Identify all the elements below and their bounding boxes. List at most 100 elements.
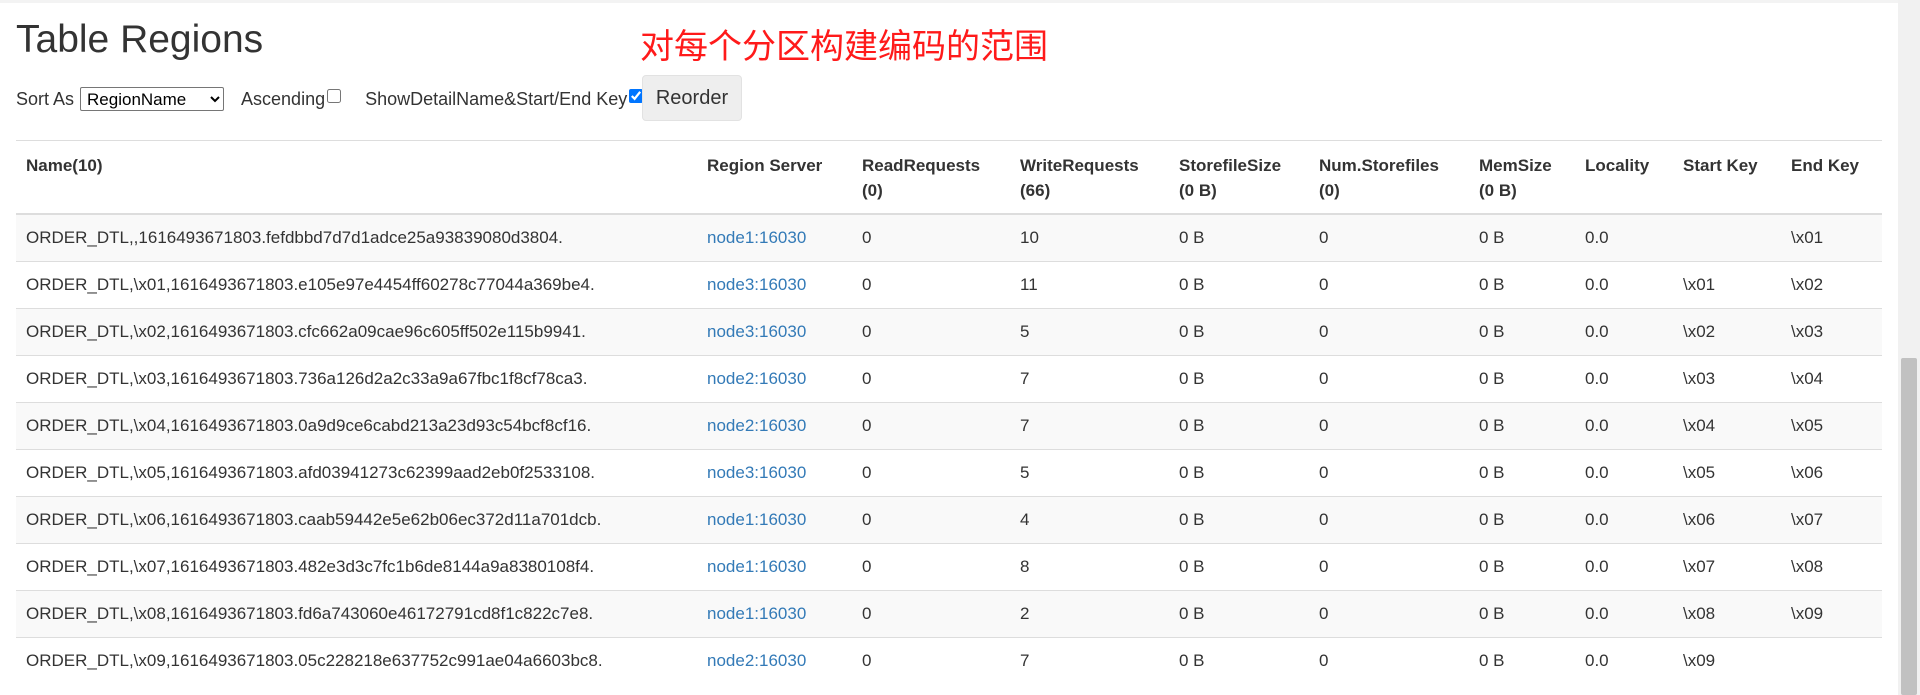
region-server-link[interactable]: node1:16030 [707, 228, 806, 247]
num-storefiles-cell: 0 [1309, 543, 1469, 591]
locality-cell: 0.0 [1575, 308, 1673, 356]
locality-cell: 0.0 [1575, 449, 1673, 497]
num-storefiles-cell: 0 [1309, 213, 1469, 262]
memsize-cell: 0 B [1469, 402, 1575, 450]
header-memsize[interactable]: MemSize (0 B) [1469, 140, 1575, 215]
start-key-cell: \x05 [1673, 449, 1781, 497]
sort-as-label: Sort As [16, 88, 75, 109]
region-server-link[interactable]: node1:16030 [707, 557, 806, 576]
region-server-link[interactable]: node1:16030 [707, 510, 806, 529]
start-key-cell: \x02 [1673, 308, 1781, 356]
start-key-cell: \x03 [1673, 355, 1781, 403]
table-row: ORDER_DTL,\x05,1616493671803.afd03941273… [16, 449, 1882, 497]
num-storefiles-cell: 0 [1309, 637, 1469, 684]
header-read-requests[interactable]: ReadRequests (0) [852, 140, 1010, 215]
region-name: ORDER_DTL,\x05,1616493671803.afd03941273… [16, 449, 697, 497]
start-key-cell: \x01 [1673, 261, 1781, 309]
locality-cell: 0.0 [1575, 637, 1673, 684]
start-key-cell: \x07 [1673, 543, 1781, 591]
region-name: ORDER_DTL,,1616493671803.fefdbbd7d7d1adc… [16, 213, 697, 262]
header-end-key[interactable]: End Key [1781, 140, 1882, 215]
region-name: ORDER_DTL,\x09,1616493671803.05c228218e6… [16, 637, 697, 684]
locality-cell: 0.0 [1575, 402, 1673, 450]
memsize-cell: 0 B [1469, 308, 1575, 356]
end-key-cell: \x08 [1781, 543, 1882, 591]
region-name: ORDER_DTL,\x02,1616493671803.cfc662a09ca… [16, 308, 697, 356]
region-server-link[interactable]: node2:16030 [707, 416, 806, 435]
storefile-size-cell: 0 B [1169, 637, 1309, 684]
memsize-cell: 0 B [1469, 543, 1575, 591]
region-server-link[interactable]: node2:16030 [707, 651, 806, 670]
num-storefiles-cell: 0 [1309, 355, 1469, 403]
memsize-cell: 0 B [1469, 496, 1575, 544]
locality-cell: 0.0 [1575, 590, 1673, 638]
region-server-link[interactable]: node3:16030 [707, 275, 806, 294]
region-name: ORDER_DTL,\x07,1616493671803.482e3d3c7fc… [16, 543, 697, 591]
region-server-link[interactable]: node2:16030 [707, 369, 806, 388]
locality-cell: 0.0 [1575, 543, 1673, 591]
table-header-row: Name(10) Region Server ReadRequests (0) W… [16, 140, 1882, 215]
reorder-button[interactable]: Reorder [642, 75, 742, 121]
header-region-server[interactable]: Region Server [697, 140, 852, 215]
ascending-checkbox[interactable] [327, 89, 342, 103]
table-row: ORDER_DTL,\x08,1616493671803.fd6a743060e… [16, 590, 1882, 638]
num-storefiles-cell: 0 [1309, 402, 1469, 450]
memsize-cell: 0 B [1469, 213, 1575, 262]
memsize-cell: 0 B [1469, 355, 1575, 403]
start-key-cell: \x06 [1673, 496, 1781, 544]
table-row: ORDER_DTL,\x01,1616493671803.e105e97e445… [16, 261, 1882, 309]
write-requests-cell: 4 [1010, 496, 1169, 544]
end-key-cell: \x02 [1781, 261, 1882, 309]
start-key-cell: \x09 [1673, 637, 1781, 684]
num-storefiles-cell: 0 [1309, 308, 1469, 356]
storefile-size-cell: 0 B [1169, 496, 1309, 544]
start-key-cell: \x08 [1673, 590, 1781, 638]
write-requests-cell: 8 [1010, 543, 1169, 591]
write-requests-cell: 11 [1010, 261, 1169, 309]
sort-select[interactable]: RegionName [80, 87, 225, 111]
header-start-key[interactable]: Start Key [1673, 140, 1781, 215]
top-border [0, 0, 1920, 3]
write-requests-cell: 5 [1010, 308, 1169, 356]
read-requests-cell: 0 [852, 449, 1010, 497]
header-num-storefiles[interactable]: Num.Storefiles (0) [1309, 140, 1469, 215]
read-requests-cell: 0 [852, 590, 1010, 638]
write-requests-cell: 2 [1010, 590, 1169, 638]
region-server-link[interactable]: node3:16030 [707, 322, 806, 341]
read-requests-cell: 0 [852, 637, 1010, 684]
storefile-size-cell: 0 B [1169, 449, 1309, 497]
red-annotation-text: 对每个分区构建编码的范围 [640, 27, 1048, 67]
sort-controls: Sort As RegionName Ascending ShowDetailN… [16, 87, 644, 111]
storefile-size-cell: 0 B [1169, 543, 1309, 591]
write-requests-cell: 10 [1010, 213, 1169, 262]
table-row: ORDER_DTL,,1616493671803.fefdbbd7d7d1adc… [16, 213, 1882, 262]
region-name: ORDER_DTL,\x04,1616493671803.0a9d9ce6cab… [16, 402, 697, 450]
write-requests-cell: 5 [1010, 449, 1169, 497]
storefile-size-cell: 0 B [1169, 402, 1309, 450]
region-name: ORDER_DTL,\x08,1616493671803.fd6a743060e… [16, 590, 697, 638]
header-name[interactable]: Name(10) [16, 140, 697, 215]
header-write-requests[interactable]: WriteRequests (66) [1010, 140, 1169, 215]
header-storefile-size[interactable]: StorefileSize (0 B) [1169, 140, 1309, 215]
storefile-size-cell: 0 B [1169, 590, 1309, 638]
table-row: ORDER_DTL,\x03,1616493671803.736a126d2a2… [16, 355, 1882, 403]
region-server-link[interactable]: node1:16030 [707, 604, 806, 623]
start-key-cell [1673, 213, 1781, 262]
read-requests-cell: 0 [852, 402, 1010, 450]
vertical-scrollbar-thumb[interactable] [1901, 358, 1917, 695]
page-title: Table Regions [16, 18, 264, 61]
table-row: ORDER_DTL,\x07,1616493671803.482e3d3c7fc… [16, 543, 1882, 591]
region-server-link[interactable]: node3:16030 [707, 463, 806, 482]
end-key-cell: \x05 [1781, 402, 1882, 450]
memsize-cell: 0 B [1469, 449, 1575, 497]
regions-table: Name(10) Region Server ReadRequests (0) W… [16, 140, 1882, 684]
num-storefiles-cell: 0 [1309, 261, 1469, 309]
memsize-cell: 0 B [1469, 261, 1575, 309]
read-requests-cell: 0 [852, 213, 1010, 262]
region-name: ORDER_DTL,\x06,1616493671803.caab59442e5… [16, 496, 697, 544]
read-requests-cell: 0 [852, 261, 1010, 309]
end-key-cell: \x03 [1781, 308, 1882, 356]
read-requests-cell: 0 [852, 355, 1010, 403]
read-requests-cell: 0 [852, 543, 1010, 591]
header-locality[interactable]: Locality [1575, 140, 1673, 215]
